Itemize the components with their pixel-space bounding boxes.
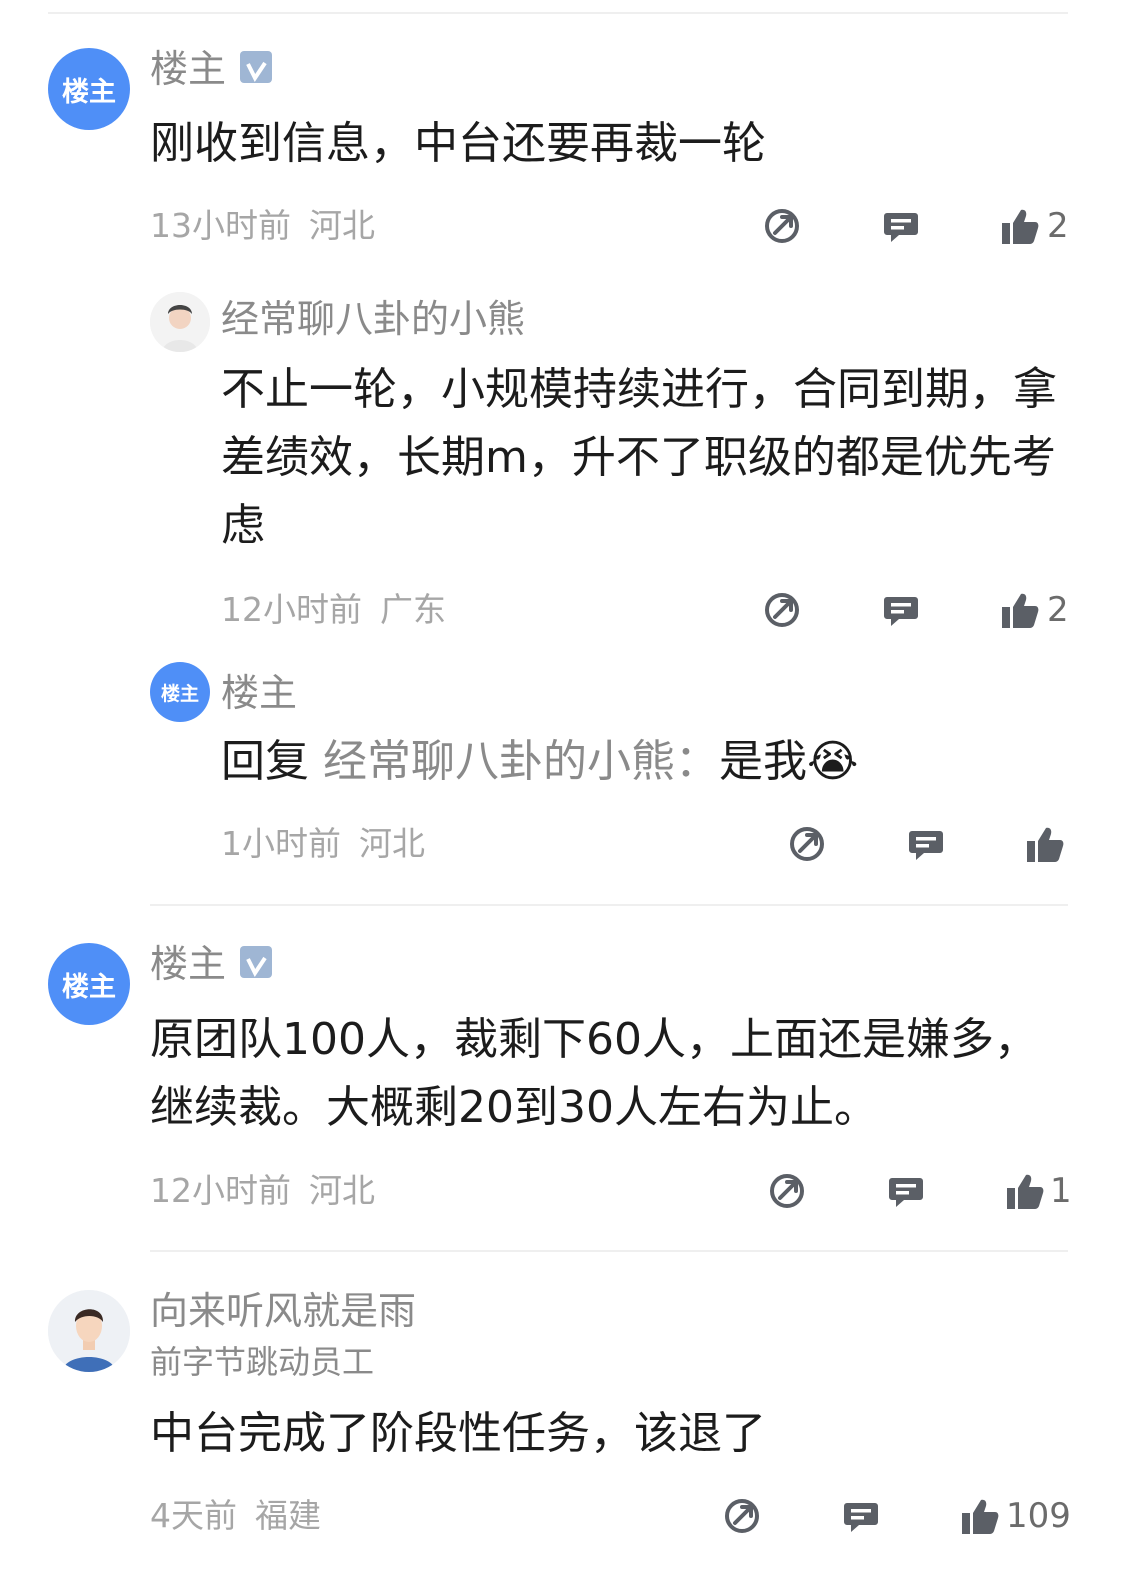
avatar[interactable] (150, 292, 210, 352)
comment-icon[interactable] (881, 206, 921, 246)
share-icon[interactable] (767, 1171, 807, 1211)
comment-text: 不止一轮，小规模持续进行，合同到期，拿差绩效，长期m，升不了职级的都是优先考虑 (221, 364, 1057, 551)
comment-icon[interactable] (841, 1496, 881, 1536)
comment-meta: 4天前 福建 (150, 1496, 321, 1536)
reply-prefix: 回复 (221, 736, 309, 787)
comment-meta: 1小时前 河北 (221, 824, 425, 864)
like-icon[interactable] (1025, 824, 1065, 864)
location: 河北 (309, 1171, 375, 1210)
share-icon[interactable] (722, 1496, 762, 1536)
comment-meta: 13小时前 河北 (150, 206, 375, 246)
avatar[interactable]: 楼主 (48, 943, 130, 1025)
comment-text: 刚收到信息，中台还要再裁一轮 (150, 118, 766, 169)
author-name[interactable]: 经常聊八卦的小熊 (221, 296, 525, 342)
like-count: 1 (1050, 1171, 1072, 1211)
verified-icon (240, 50, 273, 83)
like-icon[interactable] (1000, 590, 1040, 630)
reply-body: 是我😭 (719, 736, 859, 787)
like-icon[interactable] (960, 1496, 1000, 1536)
reply-to-user[interactable]: 经常聊八卦的小熊： (323, 736, 719, 787)
top-divider (48, 12, 1068, 14)
divider (150, 904, 1068, 906)
like-count: 2 (1047, 206, 1069, 246)
user-portrait-icon (150, 292, 210, 352)
comment-meta: 12小时前 河北 (150, 1171, 375, 1211)
location: 福建 (255, 1496, 321, 1535)
timestamp: 13小时前 (150, 206, 291, 245)
author-name[interactable]: 楼主 (221, 670, 297, 716)
share-icon[interactable] (787, 824, 827, 864)
share-icon[interactable] (762, 590, 802, 630)
author-name-text: 楼主 (150, 47, 227, 91)
avatar-label: 楼主 (160, 682, 199, 705)
location: 河北 (359, 824, 425, 863)
divider (150, 1250, 1068, 1252)
avatar[interactable]: 楼主 (48, 48, 130, 130)
comment-text: 回复 经常聊八卦的小熊：是我😭 (221, 728, 1061, 796)
author-name[interactable]: 楼主 (150, 941, 273, 987)
avatar[interactable] (48, 1290, 130, 1372)
timestamp: 1小时前 (221, 824, 341, 863)
like-icon[interactable] (1000, 206, 1040, 246)
avatar-label: 楼主 (62, 971, 116, 1003)
author-name[interactable]: 向来听风就是雨 (150, 1288, 416, 1334)
user-portrait-icon (48, 1290, 130, 1372)
author-subtitle: 前字节跳动员工 (150, 1343, 375, 1381)
verified-icon (240, 945, 273, 978)
like-count: 109 (1006, 1496, 1071, 1536)
like-icon[interactable] (1005, 1171, 1045, 1211)
author-name[interactable]: 楼主 (150, 46, 273, 92)
avatar[interactable]: 楼主 (150, 662, 210, 722)
timestamp: 4天前 (150, 1496, 237, 1535)
like-count: 2 (1047, 590, 1069, 630)
timestamp: 12小时前 (221, 590, 362, 629)
share-icon[interactable] (762, 206, 802, 246)
comment-meta: 12小时前 广东 (221, 590, 446, 630)
timestamp: 12小时前 (150, 1171, 291, 1210)
comment-icon[interactable] (906, 824, 946, 864)
comment-text: 中台完成了阶段性任务，该退了 (150, 1408, 766, 1459)
comment-icon[interactable] (881, 590, 921, 630)
comment-text: 原团队100人，裁剩下60人，上面还是嫌多，继续裁。大概剩20到30人左右为止。 (150, 1014, 1038, 1133)
location: 河北 (309, 206, 375, 245)
comment-icon[interactable] (886, 1171, 926, 1211)
author-name-text: 楼主 (150, 942, 227, 986)
avatar-label: 楼主 (62, 76, 116, 108)
location: 广东 (380, 590, 446, 629)
